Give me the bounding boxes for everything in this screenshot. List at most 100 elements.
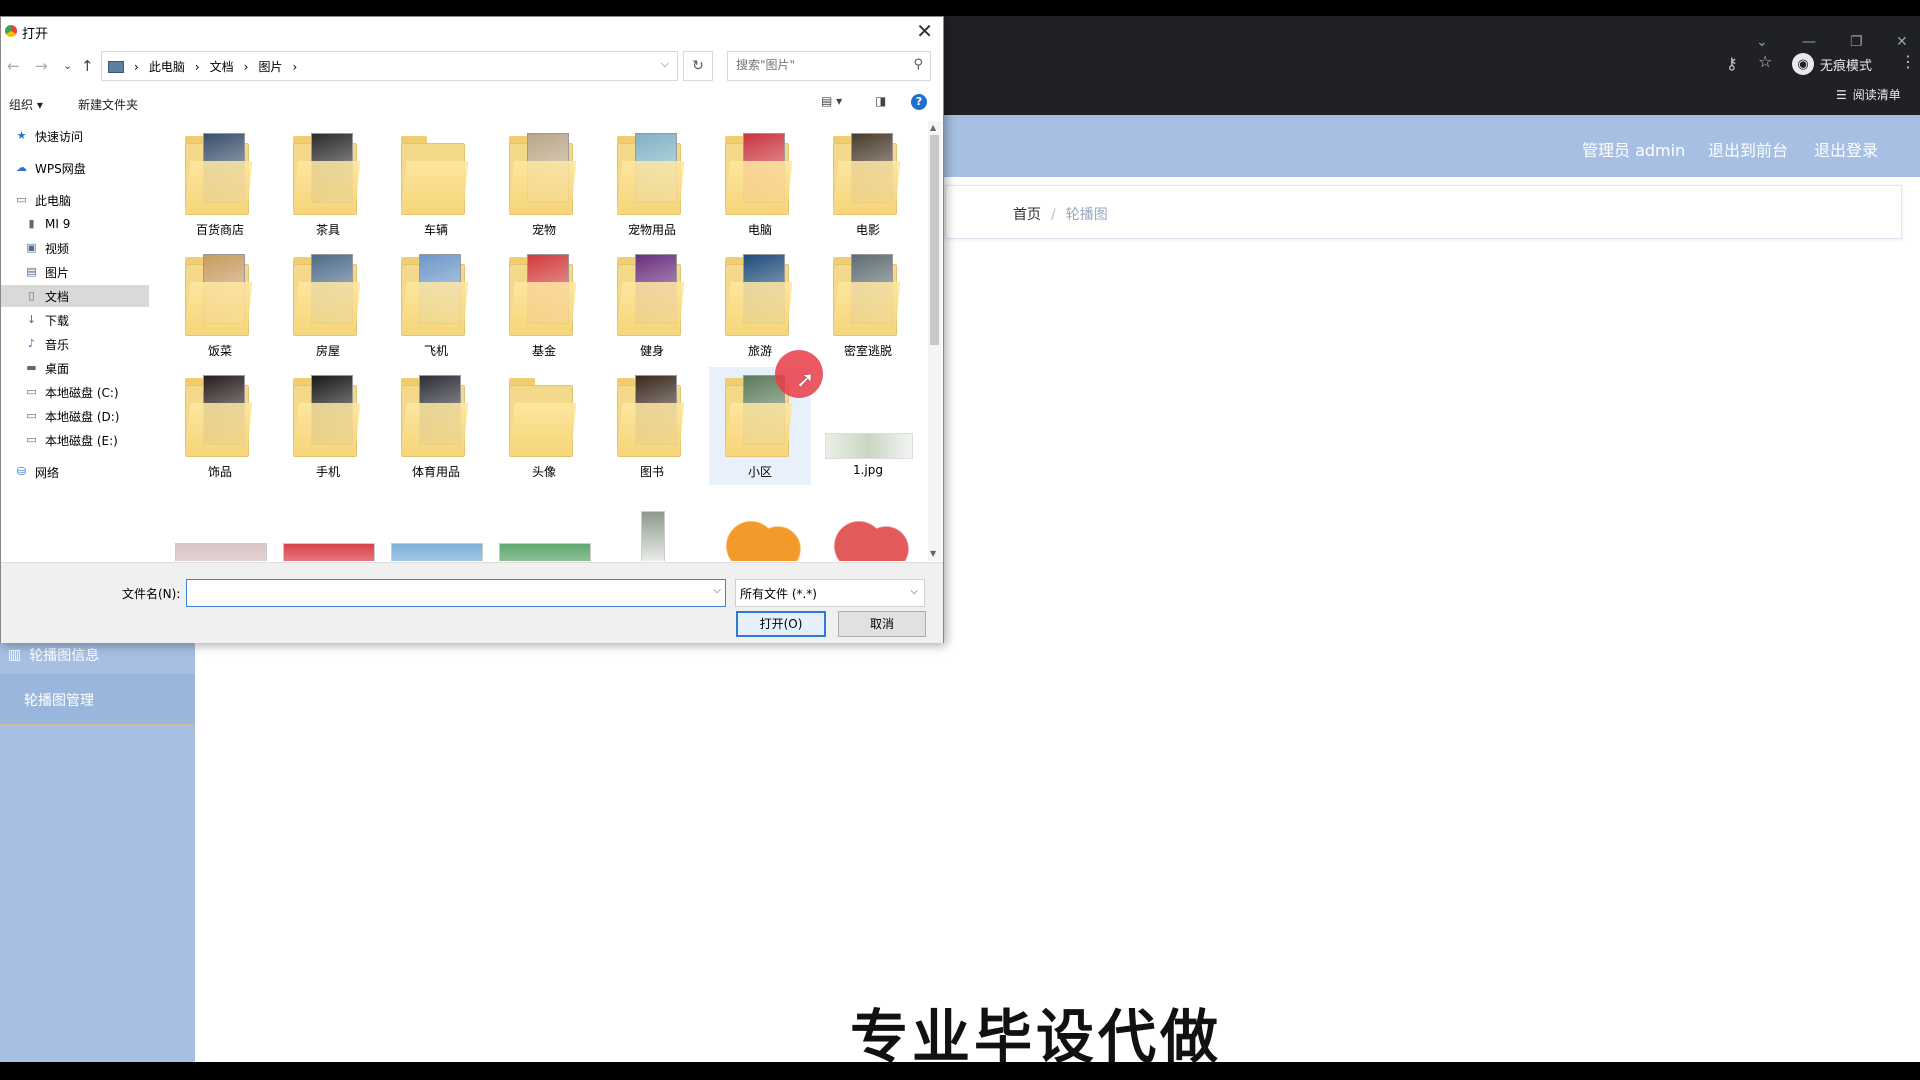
- search-box[interactable]: ⚲: [727, 51, 931, 81]
- folder-icon: [509, 254, 579, 336]
- view-options-icon[interactable]: ▤ ▾: [821, 94, 842, 108]
- scroll-up-icon[interactable]: ▲: [930, 123, 936, 132]
- folder-item[interactable]: 电影: [817, 125, 919, 243]
- sidebar-item-label: 轮播图管理: [24, 693, 94, 709]
- path-segment[interactable]: 此电脑: [149, 58, 185, 75]
- folder-item[interactable]: 基金: [493, 246, 595, 364]
- folder-item[interactable]: 茶具: [277, 125, 379, 243]
- folder-item[interactable]: 图书: [601, 367, 703, 485]
- sidebar-group[interactable]: ▥ 轮播图信息: [8, 645, 99, 665]
- organize-button[interactable]: 组织 ▾: [9, 96, 43, 113]
- nav-item[interactable]: ▭ 此电脑: [1, 189, 149, 211]
- refresh-button[interactable]: ↻: [683, 51, 713, 81]
- up-arrow-icon[interactable]: ↑: [81, 57, 94, 75]
- file-label: 健身: [639, 344, 664, 358]
- image-file-item[interactable]: [391, 543, 483, 561]
- close-window-icon[interactable]: ✕: [1896, 34, 1908, 50]
- folder-item[interactable]: 宠物用品: [601, 125, 703, 243]
- nav-item[interactable]: ☁ WPS网盘: [1, 157, 149, 179]
- breadcrumb-home[interactable]: 首页: [1013, 207, 1041, 223]
- nav-item[interactable]: ↓ 下载: [1, 309, 149, 331]
- dialog-title: 打开: [22, 27, 49, 42]
- help-icon[interactable]: ?: [911, 94, 927, 110]
- address-bar[interactable]: › 此电脑 › 文档 › 图片 › ⌵: [101, 51, 678, 81]
- close-icon[interactable]: ✕: [916, 19, 933, 43]
- folder-item[interactable]: 饭菜: [169, 246, 271, 364]
- image-file-item[interactable]: [823, 513, 913, 561]
- drive-icon: ▭: [26, 433, 37, 446]
- image-file-item[interactable]: 1.jpg: [817, 367, 919, 485]
- folder-item[interactable]: 房屋: [277, 246, 379, 364]
- image-file-item[interactable]: [715, 513, 805, 561]
- tab-search-icon[interactable]: ⌄: [1756, 34, 1768, 50]
- back-arrow-icon[interactable]: ←: [7, 57, 20, 75]
- nav-item[interactable]: ♪ 音乐: [1, 333, 149, 355]
- folder-item[interactable]: 飞机: [385, 246, 487, 364]
- incognito-indicator[interactable]: ◉ 无痕模式: [1792, 52, 1872, 76]
- nav-item[interactable]: ▭ 本地磁盘 (C:): [1, 381, 149, 403]
- nav-item[interactable]: ▤ 图片: [1, 261, 149, 283]
- search-input[interactable]: [734, 57, 898, 73]
- image-file-item[interactable]: [283, 543, 375, 561]
- address-dropdown-icon[interactable]: ⌵: [661, 57, 669, 71]
- folder-icon: [725, 133, 795, 215]
- phone-icon: ▮: [28, 217, 35, 230]
- nav-item[interactable]: ▮ MI 9: [1, 213, 149, 235]
- folder-item[interactable]: 密室逃脱: [817, 246, 919, 364]
- nav-item[interactable]: ▭ 本地磁盘 (D:): [1, 405, 149, 427]
- recent-dropdown-icon[interactable]: ⌄: [63, 59, 72, 72]
- open-button[interactable]: 打开(O): [736, 611, 826, 637]
- nav-item-label: WPS网盘: [35, 161, 86, 176]
- filename-field[interactable]: ⌵: [186, 579, 726, 607]
- window-top-strip: [0, 0, 1920, 16]
- minimize-icon[interactable]: —: [1802, 34, 1816, 50]
- file-label: 电脑: [747, 223, 772, 237]
- vertical-scrollbar[interactable]: ▲ ▼: [928, 121, 941, 561]
- folder-item[interactable]: 饰品: [169, 367, 271, 485]
- folder-item[interactable]: 车辆: [385, 125, 487, 243]
- folder-icon: [833, 133, 903, 215]
- network-icon: ⛁: [16, 465, 27, 478]
- nav-item-label: 视频: [45, 241, 70, 256]
- preview-pane-icon[interactable]: ◨: [875, 94, 886, 108]
- restore-icon[interactable]: ❐: [1850, 34, 1863, 50]
- image-file-item[interactable]: [499, 543, 591, 561]
- file-label: 电影: [855, 223, 880, 237]
- folder-icon: [401, 133, 471, 215]
- folder-item[interactable]: 旅游: [709, 246, 811, 364]
- folder-item[interactable]: 头像: [493, 367, 595, 485]
- sidebar-item-carousel-management[interactable]: 轮播图管理: [0, 674, 195, 726]
- folder-item[interactable]: 百货商店: [169, 125, 271, 243]
- nav-item[interactable]: ▣ 视频: [1, 237, 149, 259]
- path-segment[interactable]: 文档: [210, 58, 234, 75]
- forward-arrow-icon[interactable]: →: [35, 57, 48, 75]
- folder-item[interactable]: 电脑: [709, 125, 811, 243]
- image-file-item[interactable]: [641, 511, 665, 561]
- image-file-item[interactable]: [175, 543, 267, 561]
- exit-to-front-link[interactable]: 退出到前台: [1708, 137, 1788, 161]
- key-icon[interactable]: ⚷: [1726, 54, 1738, 73]
- nav-item[interactable]: ▬ 桌面: [1, 357, 149, 379]
- star-bookmark-icon[interactable]: ☆: [1758, 52, 1772, 71]
- nav-item[interactable]: ⛁ 网络: [1, 461, 149, 483]
- folder-item[interactable]: 体育用品: [385, 367, 487, 485]
- chevron-down-icon[interactable]: ⌵: [713, 585, 721, 596]
- scroll-down-icon[interactable]: ▼: [930, 549, 936, 558]
- filetype-select[interactable]: 所有文件 (*.*) ⌵: [735, 579, 925, 607]
- folder-item[interactable]: 手机: [277, 367, 379, 485]
- book-icon: ▥: [8, 647, 22, 663]
- folder-item[interactable]: 宠物: [493, 125, 595, 243]
- reading-list-button[interactable]: ☰ 阅读清单: [1836, 86, 1901, 103]
- video-icon: ▣: [26, 241, 37, 254]
- dialog-titlebar[interactable]: 打开 ✕: [1, 17, 943, 47]
- logout-link[interactable]: 退出登录: [1814, 137, 1878, 161]
- path-segment[interactable]: 图片: [258, 58, 282, 75]
- nav-item[interactable]: ▯ 文档: [1, 285, 149, 307]
- nav-item[interactable]: ★ 快速访问: [1, 125, 149, 147]
- menu-icon[interactable]: ⋮: [1900, 52, 1916, 71]
- nav-item[interactable]: ▭ 本地磁盘 (E:): [1, 429, 149, 451]
- scroll-thumb[interactable]: [930, 135, 939, 345]
- cancel-button[interactable]: 取消: [838, 611, 926, 637]
- folder-item[interactable]: 健身: [601, 246, 703, 364]
- new-folder-button[interactable]: 新建文件夹: [78, 96, 138, 113]
